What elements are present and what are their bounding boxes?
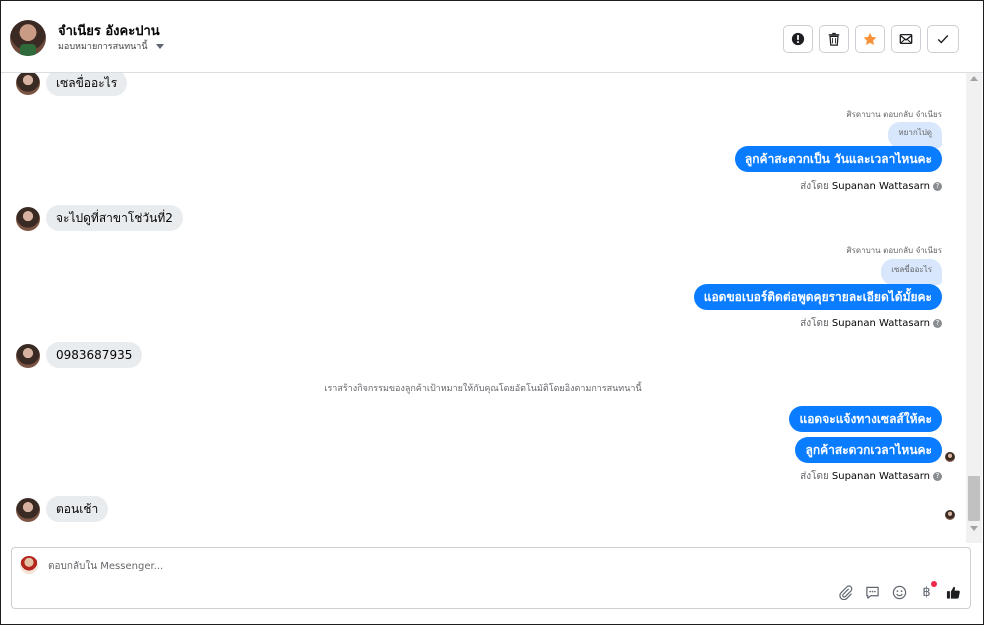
sent-by-prefix: ส่งโดย [800, 181, 829, 192]
envelope-icon [899, 33, 913, 45]
chevron-down-icon [155, 43, 164, 49]
attach-button[interactable] [837, 584, 854, 601]
seen-avatar [945, 510, 955, 520]
incoming-message[interactable]: เซลขื่ออะไร [46, 73, 128, 96]
composer-tools: ฿ [837, 581, 962, 601]
sent-by-prefix: ส่งโดย [800, 471, 829, 482]
notification-dot [931, 581, 937, 587]
emoji-icon [892, 585, 907, 600]
mark-spam-button[interactable] [783, 25, 813, 53]
sender-avatar [16, 207, 40, 231]
star-button[interactable] [855, 25, 885, 53]
sent-by-prefix: ส่งโดย [800, 318, 829, 329]
like-button[interactable] [945, 584, 962, 601]
incoming-message[interactable]: จะไปดูที่สาขาโช่วันที่2 [46, 205, 183, 231]
message-thread: เซลขื่ออะไร ศิรดาบาน ตอบกลับ จำเนียร หยา… [1, 73, 965, 543]
assign-conversation-dropdown[interactable]: มอบหมายการสนทนานี้ [58, 38, 168, 54]
delete-button[interactable] [819, 25, 849, 53]
outgoing-message[interactable]: แอดขอเบอร์ติดต่อพูดคุยรายละเอียดได้มั้ยค… [693, 284, 942, 310]
help-icon[interactable]: ? [933, 182, 942, 191]
page-avatar [20, 556, 38, 574]
inbox-conversation-window: จำเนียร อังคะปาน มอบหมายการสนทนานี้ เซลข… [0, 0, 984, 625]
reply-input[interactable] [48, 558, 748, 574]
outgoing-message[interactable]: ลูกค้าสะดวกเวลาไหนคะ [795, 437, 942, 463]
scroll-up-arrow-icon[interactable] [970, 76, 978, 81]
sender-name: Supanan Wattasarn [831, 471, 930, 482]
system-note: เราสร้างกิจกรรมของลูกค้าเป้าหมายให้กับคุ… [324, 384, 642, 394]
help-icon[interactable]: ? [933, 472, 942, 481]
paperclip-icon [839, 585, 853, 600]
incoming-message[interactable]: ตอนเช้า [46, 496, 109, 522]
quoted-message[interactable]: เซลขื่ออะไร [881, 259, 942, 285]
payment-button[interactable]: ฿ [918, 581, 937, 601]
sender-name: Supanan Wattasarn [831, 318, 930, 329]
sender-avatar [16, 344, 40, 368]
check-icon [937, 35, 949, 44]
thumbs-up-icon [946, 586, 960, 599]
mark-unread-button[interactable] [891, 25, 921, 53]
assign-label: มอบหมายการสนทนานี้ [58, 42, 148, 52]
help-icon[interactable]: ? [933, 319, 942, 328]
seen-avatar [945, 452, 955, 462]
reply-composer: ฿ [11, 547, 971, 609]
mark-done-button[interactable] [927, 25, 959, 53]
sender-name: Supanan Wattasarn [831, 181, 930, 192]
contact-avatar[interactable] [10, 20, 46, 56]
header-actions [783, 25, 959, 53]
emoji-button[interactable] [891, 584, 908, 601]
sender-avatar [16, 498, 40, 522]
scroll-down-arrow-icon[interactable] [970, 526, 978, 531]
scroll-thumb[interactable] [968, 476, 980, 521]
saved-reply-button[interactable] [864, 584, 881, 601]
thread-scrollbar[interactable] [966, 73, 982, 543]
alert-icon [791, 32, 805, 46]
trash-icon [828, 32, 840, 46]
incoming-message[interactable]: 0983687935 [46, 342, 143, 368]
reply-context: ศิรดาบาน ตอบกลับ จำเนียร [846, 246, 942, 255]
star-icon [863, 32, 877, 45]
reply-context: ศิรดาบาน ตอบกลับ จำเนียร [846, 110, 942, 119]
saved-reply-icon [866, 586, 879, 599]
sent-by-label: ส่งโดย Supanan Wattasarn ? [800, 469, 942, 484]
baht-icon: ฿ [922, 585, 931, 600]
sender-avatar [16, 73, 40, 95]
conversation-header: จำเนียร อังคะปาน มอบหมายการสนทนานี้ [1, 1, 983, 73]
outgoing-message[interactable]: แอดจะแจ้งทางเซลส์ให้คะ [789, 406, 942, 432]
quoted-message[interactable]: หยากไปดู [888, 122, 942, 148]
outgoing-message[interactable]: ลูกค้าสะดวกเป็น วันและเวลาไหนคะ [734, 146, 942, 172]
sent-by-label: ส่งโดย Supanan Wattasarn ? [800, 179, 942, 194]
sent-by-label: ส่งโดย Supanan Wattasarn ? [800, 316, 942, 331]
